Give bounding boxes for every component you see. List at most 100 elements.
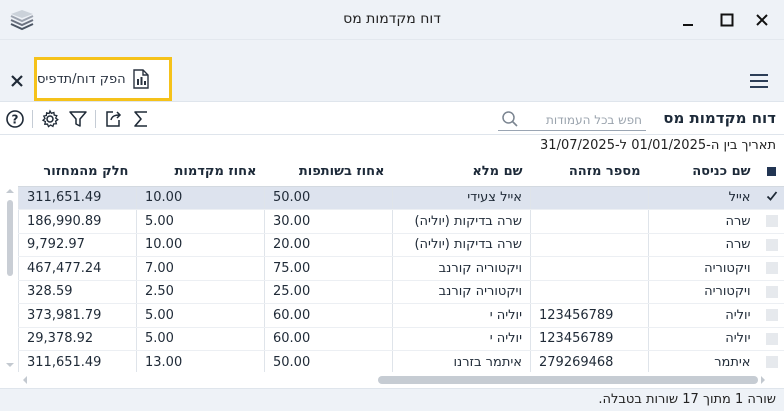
cell-partnership: 60.00	[264, 303, 393, 328]
generate-report-button[interactable]: הפק דוח/תדפיס	[34, 57, 172, 101]
cell-share: 29,378.92	[18, 327, 137, 351]
column-header[interactable]: אחוז מקדמות	[136, 158, 265, 187]
table-row[interactable]: יוליה 123456789 יוליה י 60.00 5.00 373,9…	[18, 303, 784, 328]
cell-login: שרה	[648, 209, 759, 234]
svg-text:?: ?	[12, 113, 19, 127]
horizontal-scroll-thumb[interactable]	[378, 376, 758, 384]
window-close-button[interactable]	[748, 8, 776, 32]
cell-id	[530, 186, 649, 210]
cell-full-name: שרה בדיקות (יוליה)	[392, 209, 531, 234]
settings-button[interactable]	[39, 108, 61, 130]
cell-login: שרה	[648, 233, 759, 257]
cell-share: 373,981.79	[18, 303, 137, 328]
cell-partnership: 50.00	[264, 186, 393, 210]
cell-partnership: 25.00	[264, 280, 393, 304]
close-tab-button[interactable]	[6, 70, 28, 92]
sigma-icon	[134, 111, 147, 127]
search-input[interactable]	[526, 109, 642, 130]
column-header[interactable]: אחוז בשותפות	[264, 158, 393, 187]
cell-login: איתמר	[648, 350, 759, 372]
grid-tools: ?	[4, 108, 152, 130]
cell-share: 186,990.89	[18, 209, 137, 234]
cell-share: 311,651.49	[18, 350, 137, 372]
gear-icon	[41, 109, 59, 128]
filter-button[interactable]	[67, 108, 89, 130]
tool-separator	[95, 110, 96, 128]
close-icon	[756, 14, 768, 26]
vertical-scroll-thumb[interactable]	[7, 200, 13, 276]
select-all-checkbox[interactable]	[758, 158, 784, 187]
horizontal-scrollbar[interactable]	[18, 373, 768, 385]
table-row[interactable]: שרה שרה בדיקות (יוליה) 20.00 10.00 9,792…	[18, 233, 784, 257]
menu-button[interactable]	[748, 72, 770, 90]
table-row[interactable]: איתמר 279269468 איתמר בזרנו 50.00 13.00 …	[18, 350, 784, 372]
row-checkbox[interactable]	[758, 280, 784, 304]
row-checkbox[interactable]	[758, 256, 784, 281]
scroll-right-icon[interactable]	[758, 374, 768, 386]
export-button[interactable]	[102, 108, 124, 130]
cell-advance: 2.50	[136, 280, 265, 304]
advances-table: שם כניסה מספר מזהה שם מלא אחוז בשותפות א…	[18, 158, 784, 372]
cell-advance: 10.00	[136, 186, 265, 210]
table-row[interactable]: ויקטוריה ויקטוריה קורנב 25.00 2.50 328.5…	[18, 280, 784, 304]
cell-id	[530, 256, 649, 281]
cell-login: יוליה	[648, 327, 759, 351]
sum-button[interactable]	[130, 108, 152, 130]
scroll-up-icon[interactable]	[4, 186, 16, 196]
checkmark-icon	[766, 191, 777, 201]
cell-login: יוליה	[648, 303, 759, 328]
help-button[interactable]: ?	[4, 108, 26, 130]
cell-advance: 5.00	[136, 327, 265, 351]
vertical-scrollbar[interactable]	[4, 186, 16, 370]
cell-full-name: איתמר בזרנו	[392, 350, 531, 372]
cell-full-name: יוליה י	[392, 327, 531, 351]
minimize-icon	[683, 24, 693, 26]
cell-id: 123456789	[530, 327, 649, 351]
table-row[interactable]: שרה שרה בדיקות (יוליה) 30.00 5.00 186,99…	[18, 209, 784, 234]
select-all-indicator	[767, 167, 776, 177]
cell-share: 467,477.24	[18, 256, 137, 281]
cell-id	[530, 280, 649, 304]
title-bar: דוח מקדמות מס	[0, 0, 784, 40]
minimize-button[interactable]	[674, 8, 702, 32]
cell-share: 9,792.97	[18, 233, 137, 257]
column-header[interactable]: שם כניסה	[648, 158, 759, 187]
report-document-icon	[132, 69, 149, 89]
row-checkbox[interactable]	[758, 327, 784, 351]
maximize-icon	[720, 13, 734, 27]
column-header[interactable]: חלק מהמחזור	[18, 158, 137, 187]
cell-login: ויקטוריה	[648, 256, 759, 281]
cell-id	[530, 233, 649, 257]
row-checkbox[interactable]	[758, 186, 784, 210]
column-header[interactable]: מספר מזהה	[530, 158, 649, 187]
cell-advance: 13.00	[136, 350, 265, 372]
maximize-button[interactable]	[713, 8, 741, 32]
search-field[interactable]	[498, 109, 646, 131]
section-title: דוח מקדמות מס	[663, 109, 776, 127]
cell-id: 279269468	[530, 350, 649, 372]
table-row[interactable]: אייל אייל צעידי 50.00 10.00 311,651.49	[18, 186, 784, 210]
row-checkbox[interactable]	[758, 209, 784, 234]
checkbox-box	[765, 215, 778, 228]
scroll-left-icon[interactable]	[20, 374, 30, 386]
table-header-row: שם כניסה מספר מזהה שם מלא אחוז בשותפות א…	[18, 158, 784, 187]
table-row[interactable]: ויקטוריה ויקטוריה קורנב 75.00 7.00 467,4…	[18, 256, 784, 281]
cell-full-name: יוליה י	[392, 303, 531, 328]
hamburger-icon	[750, 74, 768, 88]
checkbox-box	[765, 285, 778, 298]
row-checkbox[interactable]	[758, 303, 784, 328]
row-checkbox[interactable]	[758, 233, 784, 257]
column-header[interactable]: שם מלא	[392, 158, 531, 187]
cell-advance: 5.00	[136, 303, 265, 328]
row-checkbox[interactable]	[758, 350, 784, 372]
cell-partnership: 75.00	[264, 256, 393, 281]
export-icon	[106, 111, 122, 127]
table-row[interactable]: יוליה 123456789 יוליה י 60.00 5.00 29,37…	[18, 327, 784, 351]
search-icon	[502, 111, 518, 127]
cell-full-name: ויקטוריה קורנב	[392, 280, 531, 304]
cell-share: 328.59	[18, 280, 137, 304]
cell-partnership: 60.00	[264, 327, 393, 351]
scroll-down-icon[interactable]	[4, 360, 16, 370]
cell-share: 311,651.49	[18, 186, 137, 210]
cell-login: אייל	[648, 186, 759, 210]
